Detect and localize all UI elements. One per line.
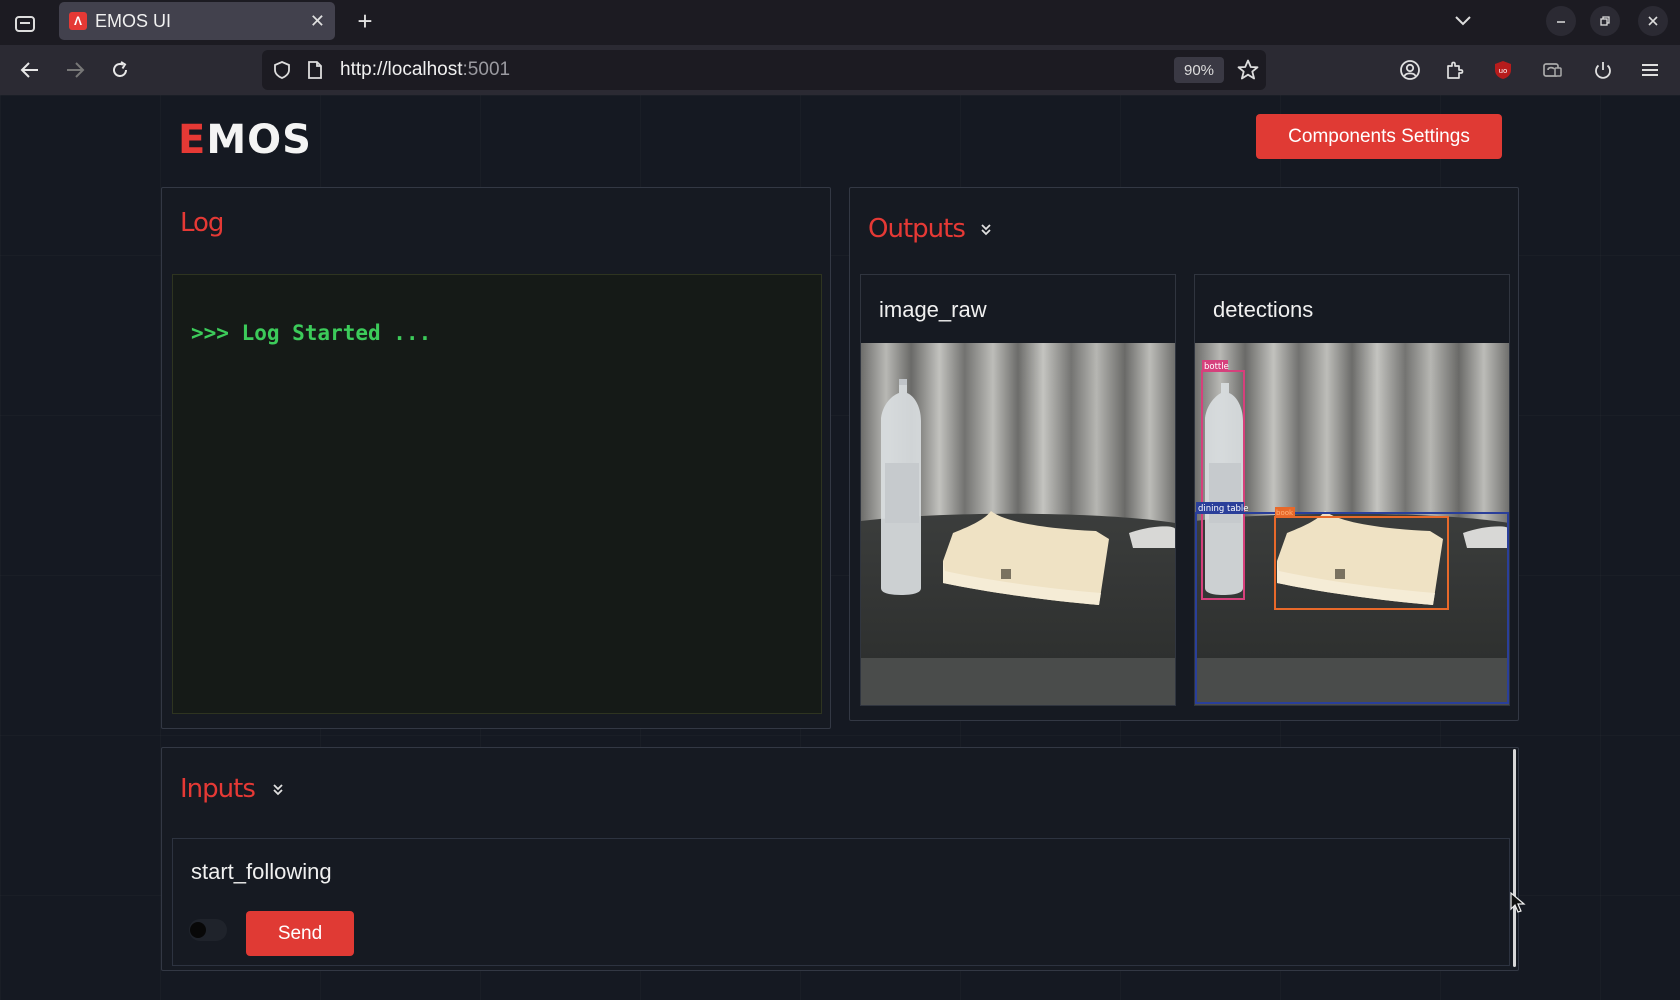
input-card-start-following: start_following Send bbox=[172, 838, 1510, 966]
ublock-shield-icon: uo bbox=[1495, 61, 1511, 79]
emos-page: EMOS Components Settings Log >>> Log Sta… bbox=[0, 95, 1680, 1000]
emos-favicon-icon: Λ bbox=[69, 12, 87, 30]
mouse-cursor-icon bbox=[1510, 892, 1526, 913]
account-button[interactable] bbox=[1395, 55, 1425, 85]
url-port: :5001 bbox=[462, 59, 511, 80]
browser-tab-active[interactable]: Λ EMOS UI ✕ bbox=[59, 2, 335, 40]
log-title: Log bbox=[180, 208, 224, 238]
ublock-button[interactable]: uo bbox=[1488, 55, 1518, 85]
app-menu-button[interactable] bbox=[1635, 55, 1665, 85]
components-settings-button[interactable]: Components Settings bbox=[1256, 114, 1502, 159]
camera-image-raw bbox=[861, 343, 1175, 705]
reload-button[interactable] bbox=[105, 55, 135, 85]
send-button[interactable]: Send bbox=[246, 911, 354, 956]
inputs-panel: Inputs start_following Send bbox=[161, 747, 1519, 971]
logo-letter-e: E bbox=[178, 117, 207, 163]
detection-label-book: book bbox=[1276, 509, 1294, 517]
window-close-button[interactable] bbox=[1638, 6, 1668, 36]
output-card-image-raw: image_raw bbox=[860, 274, 1176, 706]
double-chevron-down-icon bbox=[981, 224, 991, 236]
log-panel: Log >>> Log Started ... bbox=[161, 187, 831, 729]
back-button[interactable] bbox=[15, 55, 45, 85]
tab-overview-icon bbox=[15, 15, 35, 32]
minimize-icon bbox=[1557, 21, 1565, 23]
logo-letters: MOS bbox=[206, 117, 312, 163]
arrow-left-icon bbox=[20, 62, 38, 78]
arrow-right-icon bbox=[67, 62, 85, 78]
detection-label-dining-table: dining table bbox=[1198, 504, 1249, 514]
bookmark-star-icon[interactable] bbox=[1236, 58, 1260, 82]
url-text[interactable]: http://localhost:5001 bbox=[340, 59, 510, 81]
tab-close-icon[interactable]: ✕ bbox=[310, 11, 325, 32]
forward-button[interactable] bbox=[60, 55, 90, 85]
start-following-toggle[interactable] bbox=[189, 919, 227, 941]
toggle-knob bbox=[190, 922, 206, 938]
output-card-title: image_raw bbox=[879, 297, 987, 322]
window-minimize-button[interactable] bbox=[1546, 6, 1576, 36]
new-tab-button[interactable]: + bbox=[350, 6, 380, 36]
output-card-title: detections bbox=[1213, 297, 1314, 322]
tab-overview-button[interactable] bbox=[0, 0, 50, 45]
camera-image-detections: bottle dining table book bbox=[1195, 343, 1509, 705]
puzzle-icon bbox=[1447, 61, 1464, 79]
hamburger-menu-icon bbox=[1642, 64, 1658, 76]
outputs-panel: Outputs image_raw detections bottle dini… bbox=[849, 187, 1519, 721]
list-all-tabs-button[interactable] bbox=[1448, 6, 1478, 36]
svg-text:uo: uo bbox=[1499, 67, 1508, 75]
log-line: >>> Log Started ... bbox=[191, 321, 432, 345]
emos-logo: EMOS bbox=[178, 117, 312, 163]
tab-title: EMOS UI bbox=[95, 10, 172, 31]
browser-nav-bar: http://localhost:5001 90% uo bbox=[0, 45, 1680, 95]
page-info-icon[interactable] bbox=[306, 60, 324, 80]
power-icon bbox=[1595, 62, 1611, 79]
restore-icon bbox=[1600, 16, 1610, 26]
zoom-indicator[interactable]: 90% bbox=[1174, 57, 1224, 83]
outputs-collapse-toggle[interactable] bbox=[980, 223, 992, 238]
input-card-title: start_following bbox=[191, 859, 332, 884]
shield-icon[interactable] bbox=[272, 60, 292, 80]
account-icon bbox=[1400, 60, 1420, 80]
inputs-collapse-toggle[interactable] bbox=[272, 783, 284, 798]
outputs-title: Outputs bbox=[868, 214, 966, 244]
double-chevron-down-icon bbox=[273, 784, 283, 796]
detection-label-bottle: bottle bbox=[1204, 362, 1229, 372]
window-restore-button[interactable] bbox=[1590, 6, 1620, 36]
sync-icon bbox=[1543, 63, 1562, 77]
log-console[interactable]: >>> Log Started ... bbox=[172, 274, 822, 714]
reload-icon bbox=[113, 61, 127, 77]
inputs-title: Inputs bbox=[180, 774, 256, 804]
inputs-scrollbar[interactable] bbox=[1513, 749, 1516, 967]
browser-tab-bar: Λ EMOS UI ✕ + bbox=[0, 0, 1680, 45]
sync-tabs-button[interactable] bbox=[1537, 55, 1567, 85]
url-bar[interactable]: http://localhost:5001 90% bbox=[262, 50, 1266, 90]
extensions-button[interactable] bbox=[1440, 55, 1470, 85]
output-card-detections: detections bottle dining table book bbox=[1194, 274, 1510, 706]
chevron-down-icon bbox=[1455, 16, 1471, 26]
power-button[interactable] bbox=[1588, 55, 1618, 85]
url-host: http://localhost bbox=[340, 59, 463, 80]
close-icon bbox=[1648, 16, 1658, 26]
